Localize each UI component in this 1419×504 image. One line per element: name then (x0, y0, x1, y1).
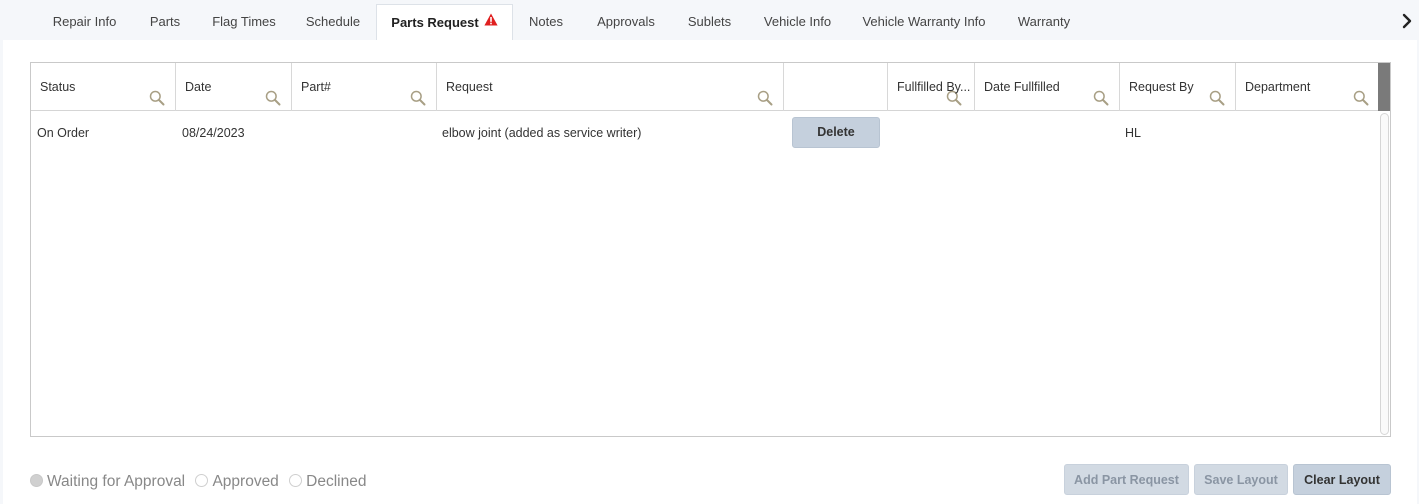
search-icon[interactable] (1209, 78, 1225, 106)
column-header-department[interactable]: Department (1236, 63, 1379, 111)
clear-layout-button[interactable]: Clear Layout (1293, 464, 1391, 495)
tab-parts-request[interactable]: Parts Request (376, 4, 513, 40)
column-header-request[interactable]: Request (437, 63, 784, 111)
column-label: Date (185, 80, 212, 94)
status-dot-icon (289, 474, 303, 487)
tab-label: Vehicle Warranty Info (862, 14, 986, 29)
tab-warranty[interactable]: Warranty (1004, 4, 1084, 40)
column-header-date-fulfilled[interactable]: Date Fullfilled (975, 63, 1120, 111)
column-label: Request (446, 80, 493, 94)
column-header-part-number[interactable]: Part# (292, 63, 437, 111)
column-header-date[interactable]: Date (176, 63, 292, 111)
column-header-status[interactable]: Status (31, 63, 176, 111)
legend-label: Waiting for Approval (47, 473, 186, 490)
search-icon[interactable] (265, 78, 281, 106)
vertical-scrollbar[interactable] (1380, 113, 1389, 435)
legend-approved: Approved (195, 473, 279, 491)
chevron-right-icon[interactable] (1401, 12, 1413, 30)
column-header-action (784, 63, 888, 111)
add-part-request-button[interactable]: Add Part Request (1064, 464, 1189, 495)
tab-approvals[interactable]: Approvals (583, 4, 669, 40)
tab-sublets[interactable]: Sublets (676, 4, 743, 40)
tab-label: Sublets (687, 14, 732, 29)
tab-label: Schedule (305, 14, 361, 29)
cell-status: On Order (37, 126, 90, 140)
search-icon[interactable] (1353, 78, 1369, 106)
legend-declined: Declined (289, 473, 366, 491)
tab-label: Parts Request (391, 15, 479, 30)
tab-label: Flag Times (212, 14, 276, 29)
cell-request: elbow joint (added as service writer) (442, 126, 642, 140)
tab-notes[interactable]: Notes (516, 4, 576, 40)
column-header-fulfilled-by[interactable]: Fullfilled By... (888, 63, 975, 111)
delete-button[interactable]: Delete (792, 117, 880, 148)
tab-schedule[interactable]: Schedule (293, 4, 373, 40)
tab-repair-info[interactable]: Repair Info (40, 4, 129, 40)
scrollbar-header-block (1378, 63, 1390, 111)
table-row[interactable]: On Order 08/24/2023 elbow joint (added a… (31, 111, 1379, 155)
tab-label: Warranty (1017, 14, 1071, 29)
tab-label: Parts (149, 14, 181, 29)
tab-label: Approvals (597, 14, 655, 29)
search-icon[interactable] (410, 78, 426, 106)
tab-flag-times[interactable]: Flag Times (200, 4, 288, 40)
cell-date: 08/24/2023 (182, 126, 245, 140)
tab-vehicle-info[interactable]: Vehicle Info (750, 4, 845, 40)
search-icon[interactable] (1093, 78, 1109, 106)
save-layout-button[interactable]: Save Layout (1194, 464, 1288, 495)
legend-waiting-for-approval: Waiting for Approval (30, 473, 185, 491)
column-label: Request By (1129, 80, 1194, 94)
tab-label: Notes (529, 14, 563, 29)
column-label: Fullfilled By... (897, 80, 971, 94)
column-label: Part# (301, 80, 331, 94)
tab-parts[interactable]: Parts (135, 4, 195, 40)
parts-request-grid: Status Date Part# Request Fullfilled By.… (30, 62, 1391, 437)
tab-bar: Repair Info Parts Flag Times Schedule Pa… (0, 0, 1419, 40)
grid-header: Status Date Part# Request Fullfilled By.… (31, 63, 1379, 111)
approval-status-legend: Waiting for Approval Approved Declined (30, 473, 372, 495)
tab-label: Vehicle Info (763, 14, 832, 29)
search-icon[interactable] (757, 78, 773, 106)
column-header-request-by[interactable]: Request By (1120, 63, 1236, 111)
cell-request-by: HL (1125, 126, 1141, 140)
legend-label: Approved (212, 473, 279, 490)
status-dot-icon (195, 474, 209, 487)
search-icon[interactable] (149, 78, 165, 106)
tab-vehicle-warranty-info[interactable]: Vehicle Warranty Info (852, 4, 996, 40)
tab-label: Repair Info (52, 14, 117, 29)
status-dot-icon (30, 474, 43, 487)
legend-label: Declined (306, 473, 367, 490)
column-label: Department (1245, 80, 1311, 94)
warning-icon (484, 4, 498, 40)
column-label: Status (40, 80, 76, 94)
column-label: Date Fullfilled (984, 80, 1060, 94)
